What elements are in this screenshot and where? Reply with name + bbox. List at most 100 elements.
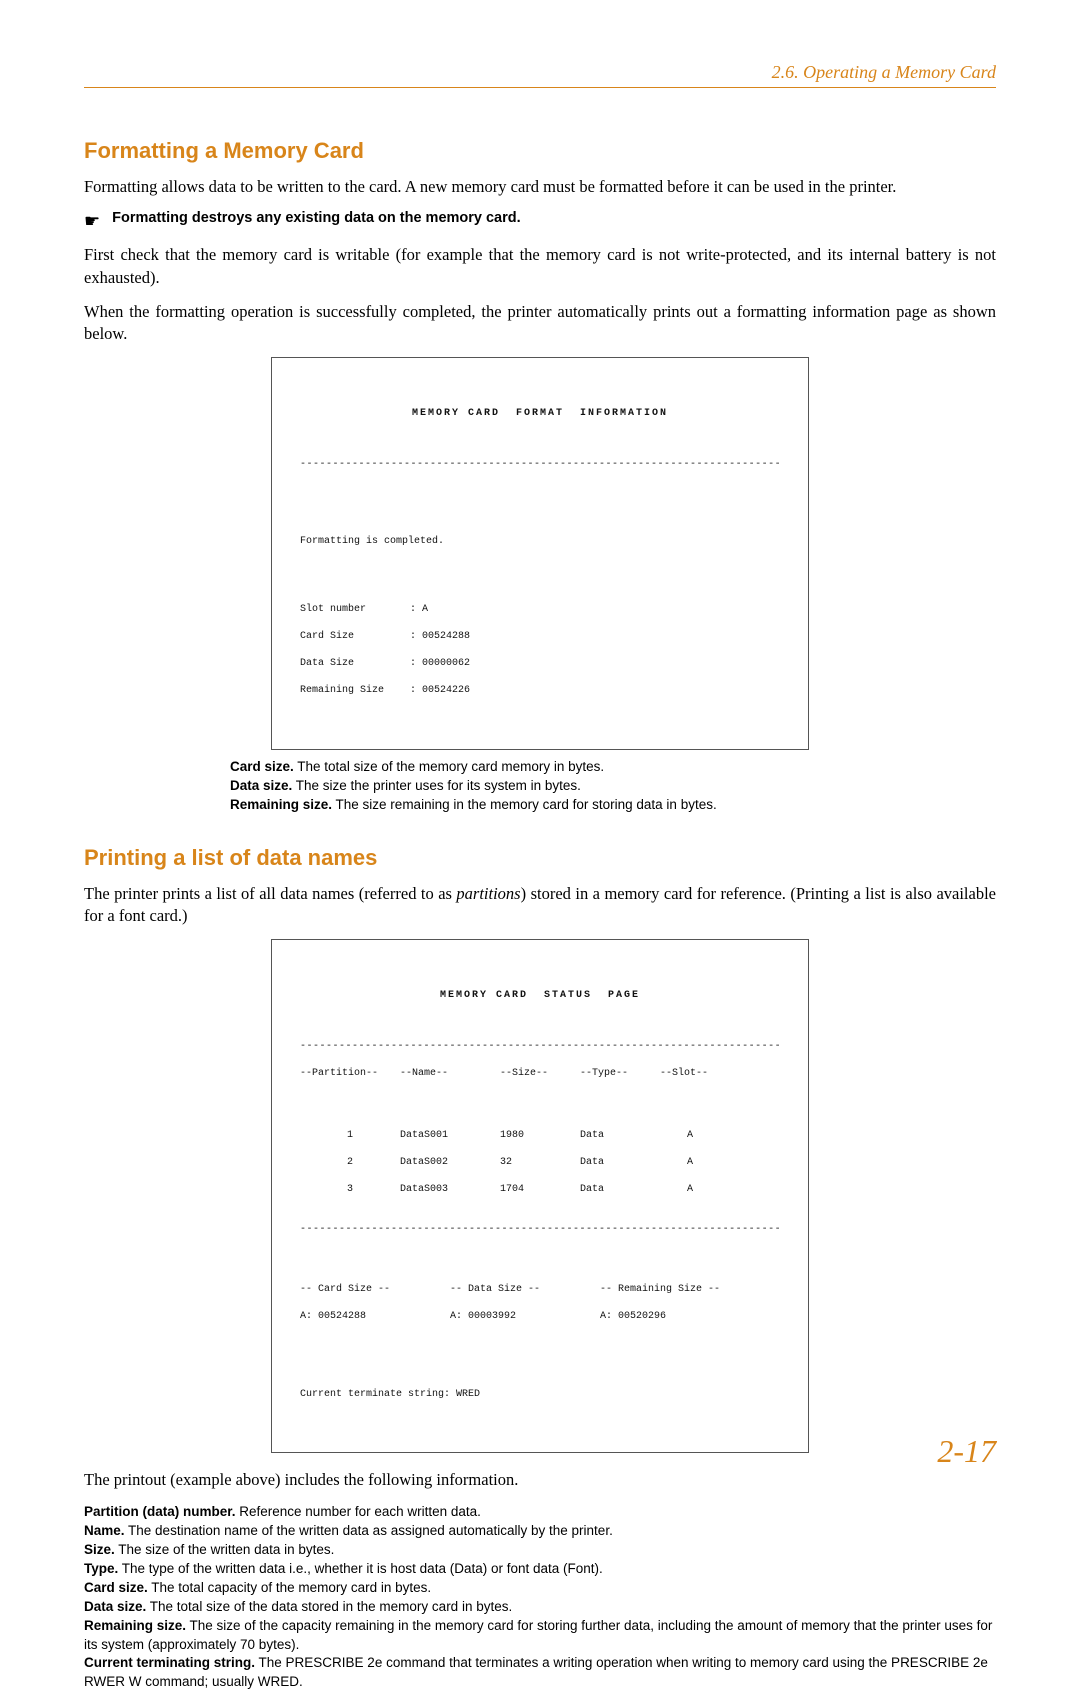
printout-key: Slot number bbox=[300, 603, 410, 617]
printout-val: : 00524226 bbox=[410, 685, 470, 696]
heading-printing-list: Printing a list of data names bbox=[84, 845, 996, 871]
table-row: 3DataS0031704DataA bbox=[300, 1183, 780, 1197]
def-key: Current terminating string. bbox=[84, 1655, 255, 1670]
table-row: 1DataS0011980DataA bbox=[300, 1129, 780, 1143]
def-val: Reference number for each written data. bbox=[236, 1504, 481, 1519]
def-key: Card size. bbox=[84, 1580, 148, 1595]
footer-values: A: 00524288A: 00003992A: 00520296 bbox=[300, 1310, 780, 1324]
heading-formatting: Formatting a Memory Card bbox=[84, 138, 996, 164]
hand-pointing-icon: ☛ bbox=[84, 210, 100, 232]
para-fragment: The printer prints a list of all data na… bbox=[84, 884, 456, 903]
def-line: Current terminating string. The PRESCRIB… bbox=[84, 1654, 996, 1692]
def-key: Size. bbox=[84, 1542, 115, 1557]
def-val: The size of the written data in bytes. bbox=[115, 1542, 335, 1557]
def-line: Size. The size of the written data in by… bbox=[84, 1541, 996, 1560]
cell: DataS003 bbox=[400, 1183, 500, 1197]
def-val: The destination name of the written data… bbox=[125, 1523, 613, 1538]
footer-labels: -- Card Size ---- Data Size ---- Remaini… bbox=[300, 1283, 780, 1297]
divider-icon: ----------------------------------------… bbox=[300, 1040, 780, 1054]
cell: 2 bbox=[300, 1156, 400, 1170]
printout-status-page: MEMORY CARD STATUS PAGE ----------------… bbox=[271, 939, 809, 1453]
caption-format: Card size. The total size of the memory … bbox=[230, 758, 850, 815]
caption-line: Remaining size. The size remaining in th… bbox=[230, 796, 850, 815]
def-val: The total size of the data stored in the… bbox=[146, 1599, 512, 1614]
def-line: Card size. The total capacity of the mem… bbox=[84, 1579, 996, 1598]
warning-row: ☛ Formatting destroys any existing data … bbox=[84, 210, 996, 232]
divider-icon: ----------------------------------------… bbox=[300, 458, 780, 472]
cell: 32 bbox=[500, 1156, 580, 1170]
printout-row: Data Size: 00000062 bbox=[300, 657, 780, 671]
printout-row: Card Size: 00524288 bbox=[300, 630, 780, 644]
def-val: The type of the written data i.e., wheth… bbox=[118, 1561, 603, 1576]
caption-key: Data size. bbox=[230, 778, 292, 793]
cell: A: 00520296 bbox=[600, 1310, 750, 1324]
def-key: Name. bbox=[84, 1523, 125, 1538]
def-line: Remaining size. The size of the capacity… bbox=[84, 1617, 996, 1655]
col-size: --Size-- bbox=[500, 1067, 580, 1081]
printout-line-complete: Formatting is completed. bbox=[300, 535, 780, 549]
printout-title: MEMORY CARD STATUS PAGE bbox=[300, 989, 780, 1003]
para-format-result: When the formatting operation is success… bbox=[84, 301, 996, 346]
def-key: Type. bbox=[84, 1561, 118, 1576]
def-key: Data size. bbox=[84, 1599, 146, 1614]
def-val: The total capacity of the memory card in… bbox=[148, 1580, 431, 1595]
printout-title: MEMORY CARD FORMAT INFORMATION bbox=[300, 407, 780, 421]
printout-header-row: --Partition----Name----Size----Type----S… bbox=[300, 1067, 780, 1081]
cell: Data bbox=[580, 1129, 660, 1143]
para-print-intro: The printer prints a list of all data na… bbox=[84, 883, 996, 928]
printout-key: Remaining Size bbox=[300, 684, 410, 698]
def-line: Type. The type of the written data i.e.,… bbox=[84, 1560, 996, 1579]
caption-val: The size remaining in the memory card fo… bbox=[332, 797, 717, 812]
printout-key: Card Size bbox=[300, 630, 410, 644]
cell: Data bbox=[580, 1183, 660, 1197]
cell: -- Data Size -- bbox=[450, 1283, 600, 1297]
col-partition: --Partition-- bbox=[300, 1067, 400, 1081]
divider-icon: ----------------------------------------… bbox=[300, 1223, 780, 1237]
cell: 3 bbox=[300, 1183, 400, 1197]
warning-text: Formatting destroys any existing data on… bbox=[112, 210, 521, 226]
cell: A bbox=[660, 1156, 720, 1170]
def-line: Name. The destination name of the writte… bbox=[84, 1522, 996, 1541]
breadcrumb: 2.6. Operating a Memory Card bbox=[772, 62, 996, 82]
cell: A: 00003992 bbox=[450, 1310, 600, 1324]
def-key: Remaining size. bbox=[84, 1618, 186, 1633]
para-format-check: First check that the memory card is writ… bbox=[84, 244, 996, 289]
cell: 1 bbox=[300, 1129, 400, 1143]
cell: DataS001 bbox=[400, 1129, 500, 1143]
para-format-intro: Formatting allows data to be written to … bbox=[84, 176, 996, 198]
para-italic: partitions bbox=[456, 884, 520, 903]
col-type: --Type-- bbox=[580, 1067, 660, 1081]
cell: 1980 bbox=[500, 1129, 580, 1143]
page: 2.6. Operating a Memory Card Formatting … bbox=[0, 0, 1080, 1528]
def-key: Partition (data) number. bbox=[84, 1504, 236, 1519]
col-name: --Name-- bbox=[400, 1067, 500, 1081]
caption-line: Data size. The size the printer uses for… bbox=[230, 777, 850, 796]
printout-row: Remaining Size: 00524226 bbox=[300, 684, 780, 698]
cell: A bbox=[660, 1129, 720, 1143]
terminate-string: Current terminate string: WRED bbox=[300, 1388, 780, 1402]
page-header: 2.6. Operating a Memory Card bbox=[84, 62, 996, 88]
caption-val: The size the printer uses for its system… bbox=[292, 778, 581, 793]
caption-val: The total size of the memory card memory… bbox=[294, 759, 604, 774]
caption-key: Card size. bbox=[230, 759, 294, 774]
cell: A: 00524288 bbox=[300, 1310, 450, 1324]
printout-format-info: MEMORY CARD FORMAT INFORMATION ---------… bbox=[271, 357, 809, 750]
printout-row: Slot number: A bbox=[300, 603, 780, 617]
cell: -- Remaining Size -- bbox=[600, 1283, 750, 1297]
definitions-block: Partition (data) number. Reference numbe… bbox=[84, 1503, 996, 1692]
def-line: Partition (data) number. Reference numbe… bbox=[84, 1503, 996, 1522]
cell: -- Card Size -- bbox=[300, 1283, 450, 1297]
col-slot: --Slot-- bbox=[660, 1067, 720, 1081]
caption-key: Remaining size. bbox=[230, 797, 332, 812]
printout-val: : A bbox=[410, 604, 428, 615]
printout-val: : 00524288 bbox=[410, 631, 470, 642]
def-val: The size of the capacity remaining in th… bbox=[84, 1618, 992, 1652]
cell: Data bbox=[580, 1156, 660, 1170]
cell: 1704 bbox=[500, 1183, 580, 1197]
printout-val: : 00000062 bbox=[410, 658, 470, 669]
cell: A bbox=[660, 1183, 720, 1197]
page-number: 2-17 bbox=[937, 1433, 996, 1470]
printout-key: Data Size bbox=[300, 657, 410, 671]
table-row: 2DataS00232DataA bbox=[300, 1156, 780, 1170]
cell: DataS002 bbox=[400, 1156, 500, 1170]
